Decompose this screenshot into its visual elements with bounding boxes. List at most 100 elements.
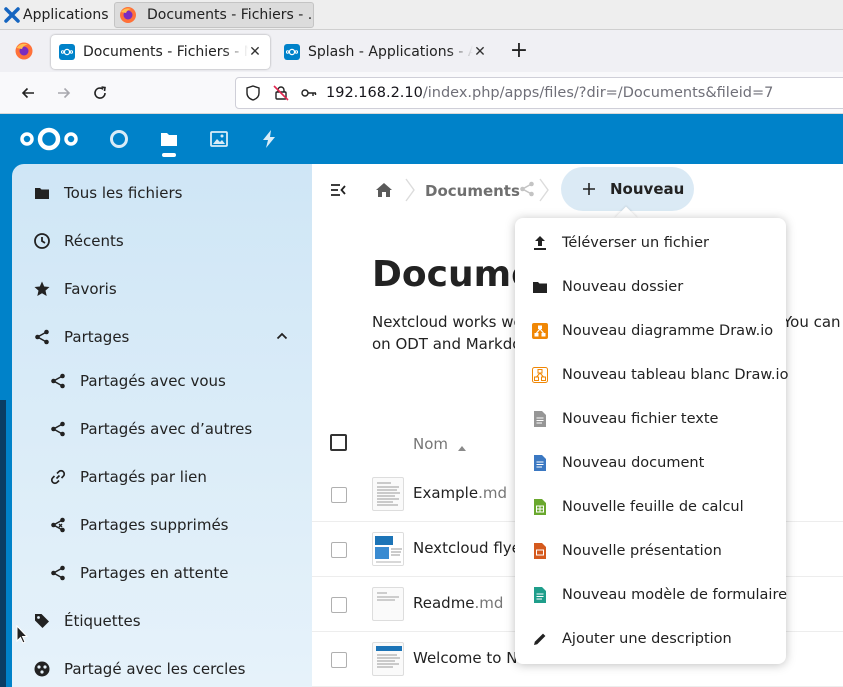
menu-item-label: Nouvelle présentation <box>562 543 722 559</box>
mouse-cursor-icon <box>16 624 29 649</box>
sidebar-item-label: Partagés par lien <box>80 468 207 486</box>
browser-nav-bar: 192.168.2.10/index.php/apps/files/?dir=/… <box>0 72 843 114</box>
tab-splash-applications[interactable]: Splash - Applications - Apps ✕ <box>276 35 495 69</box>
menu-item-add-description[interactable]: Ajouter une description <box>515 617 786 661</box>
tag-icon <box>32 611 52 631</box>
tab-documents[interactable]: Documents - Fichiers - Nextcloud ✕ <box>51 35 270 69</box>
menu-item-label: Nouveau dossier <box>562 279 684 295</box>
menu-item-new-text-file[interactable]: Nouveau fichier texte <box>515 397 786 441</box>
nextcloud-favicon-icon <box>59 44 75 60</box>
sidebar-item-all-files[interactable]: Tous les fichiers <box>12 171 312 215</box>
row-checkbox[interactable] <box>331 542 347 558</box>
sidebar-item-circles[interactable]: Partagé avec les cercles <box>12 647 312 687</box>
sidebar-item-favorites[interactable]: Favoris <box>12 267 312 311</box>
activity-icon[interactable] <box>256 126 282 152</box>
sidebar-item-recent[interactable]: Récents <box>12 219 312 263</box>
menu-item-new-presentation[interactable]: Nouvelle présentation <box>515 529 786 573</box>
new-button[interactable]: Nouveau <box>561 167 694 211</box>
menu-item-new-spreadsheet[interactable]: Nouvelle feuille de calcul <box>515 485 786 529</box>
os-taskbar: Applications Documents - Fichiers - ... <box>0 0 843 30</box>
file-extension: .md <box>478 484 507 502</box>
row-checkbox[interactable] <box>331 487 347 503</box>
back-arrow-icon <box>21 87 34 99</box>
chevron-up-icon[interactable] <box>275 329 289 343</box>
share-deleted-icon <box>48 515 68 535</box>
tab-label: Documents - Fichiers - Nextcloud <box>83 44 248 60</box>
back-button[interactable] <box>16 81 40 105</box>
taskbar-item-firefox-window[interactable]: Documents - Fichiers - ... <box>114 2 314 28</box>
photos-icon[interactable] <box>206 126 232 152</box>
sidebar-item-shared-by-link[interactable]: Partagés par lien <box>12 455 312 499</box>
presentation-icon <box>531 542 549 560</box>
sidebar-item-shared-with-you[interactable]: Partagés avec vous <box>12 359 312 403</box>
select-all-checkbox[interactable] <box>330 434 347 451</box>
menu-item-label: Nouveau tableau blanc Draw.io <box>562 367 789 383</box>
menu-item-new-drawio-diagram[interactable]: Nouveau diagramme Draw.io <box>515 309 786 353</box>
file-name[interactable]: Readme.md <box>413 594 503 612</box>
close-tab-icon[interactable]: ✕ <box>473 44 487 60</box>
drawio-icon <box>531 322 549 340</box>
plus-icon <box>581 181 597 197</box>
text-file-icon <box>531 410 549 428</box>
close-tab-icon[interactable]: ✕ <box>248 44 262 60</box>
sidebar-item-tags[interactable]: Étiquettes <box>12 599 312 643</box>
url-host: 192.168.2.10 <box>326 85 423 101</box>
file-name[interactable]: Nextcloud flyer. <box>413 539 530 557</box>
file-thumbnail <box>372 477 404 511</box>
folder-title: Docume <box>372 254 536 295</box>
file-thumbnail <box>372 642 404 676</box>
menu-item-label: Nouveau modèle de formulaire <box>562 587 788 603</box>
taskbar-item-label: Applications <box>23 7 109 23</box>
url-path: /index.php/apps/files/?dir=/Documents&fi… <box>422 85 774 101</box>
file-basename: Nextcloud flyer <box>413 539 526 557</box>
star-icon <box>32 279 52 299</box>
toggle-navigation-icon[interactable] <box>329 181 347 199</box>
menu-item-label: Ajouter une description <box>562 631 732 647</box>
menu-item-new-form-template[interactable]: Nouveau modèle de formulaire <box>515 573 788 617</box>
insecure-lock-icon[interactable] <box>272 84 290 102</box>
new-button-label: Nouveau <box>610 180 685 198</box>
share-icon[interactable] <box>519 181 535 197</box>
pencil-icon <box>531 630 549 648</box>
sidebar-item-label: Favoris <box>64 280 117 298</box>
column-header-name[interactable]: Nom <box>413 435 448 453</box>
file-basename: Readme <box>413 594 475 612</box>
menu-item-label: Nouveau diagramme Draw.io <box>562 323 774 339</box>
file-name[interactable]: Example.md <box>413 484 507 502</box>
forward-button[interactable] <box>52 81 76 105</box>
share-icon <box>48 563 68 583</box>
dashboard-icon[interactable] <box>106 126 132 152</box>
sidebar-item-label: Récents <box>64 232 124 250</box>
menu-item-new-folder[interactable]: Nouveau dossier <box>515 265 786 309</box>
sidebar-item-label: Tous les fichiers <box>64 184 183 202</box>
menu-item-label: Téléverser un fichier <box>562 235 709 251</box>
menu-item-new-drawio-whiteboard[interactable]: Nouveau tableau blanc Draw.io <box>515 353 789 397</box>
row-checkbox[interactable] <box>331 652 347 668</box>
new-tab-button[interactable]: + <box>508 38 530 64</box>
files-sidebar: Tous les fichiers Récents Favoris Partag… <box>12 164 312 687</box>
permissions-key-icon[interactable] <box>300 84 318 102</box>
nextcloud-logo-icon[interactable] <box>19 125 79 153</box>
reload-button[interactable] <box>88 81 112 105</box>
home-icon[interactable] <box>375 181 393 199</box>
upload-icon <box>531 234 549 252</box>
sidebar-item-shared-with-others[interactable]: Partagés avec d’autres <box>12 407 312 451</box>
row-checkbox[interactable] <box>331 597 347 613</box>
taskbar-item-applications[interactable]: Applications <box>4 2 112 28</box>
sidebar-item-label: Partagé avec les cercles <box>64 660 246 678</box>
sidebar-item-shares[interactable]: Partages <box>12 315 312 359</box>
circles-icon <box>32 659 52 679</box>
breadcrumb-current[interactable]: Documents <box>425 182 520 200</box>
menu-item-new-document[interactable]: Nouveau document <box>515 441 786 485</box>
sidebar-item-pending-shares[interactable]: Partages en attente <box>12 551 312 595</box>
files-icon[interactable] <box>156 126 182 152</box>
file-extension: .md <box>474 594 504 612</box>
description-continuation: You can e <box>783 313 843 331</box>
file-thumbnail <box>372 532 404 566</box>
applications-menu-icon <box>4 7 20 23</box>
shield-icon[interactable] <box>244 84 262 102</box>
sidebar-item-deleted-shares[interactable]: Partages supprimés <box>12 503 312 547</box>
menu-item-upload-file[interactable]: Téléverser un fichier <box>515 221 786 265</box>
firefox-view-icon[interactable] <box>14 41 34 61</box>
url-bar[interactable]: 192.168.2.10/index.php/apps/files/?dir=/… <box>235 77 843 109</box>
